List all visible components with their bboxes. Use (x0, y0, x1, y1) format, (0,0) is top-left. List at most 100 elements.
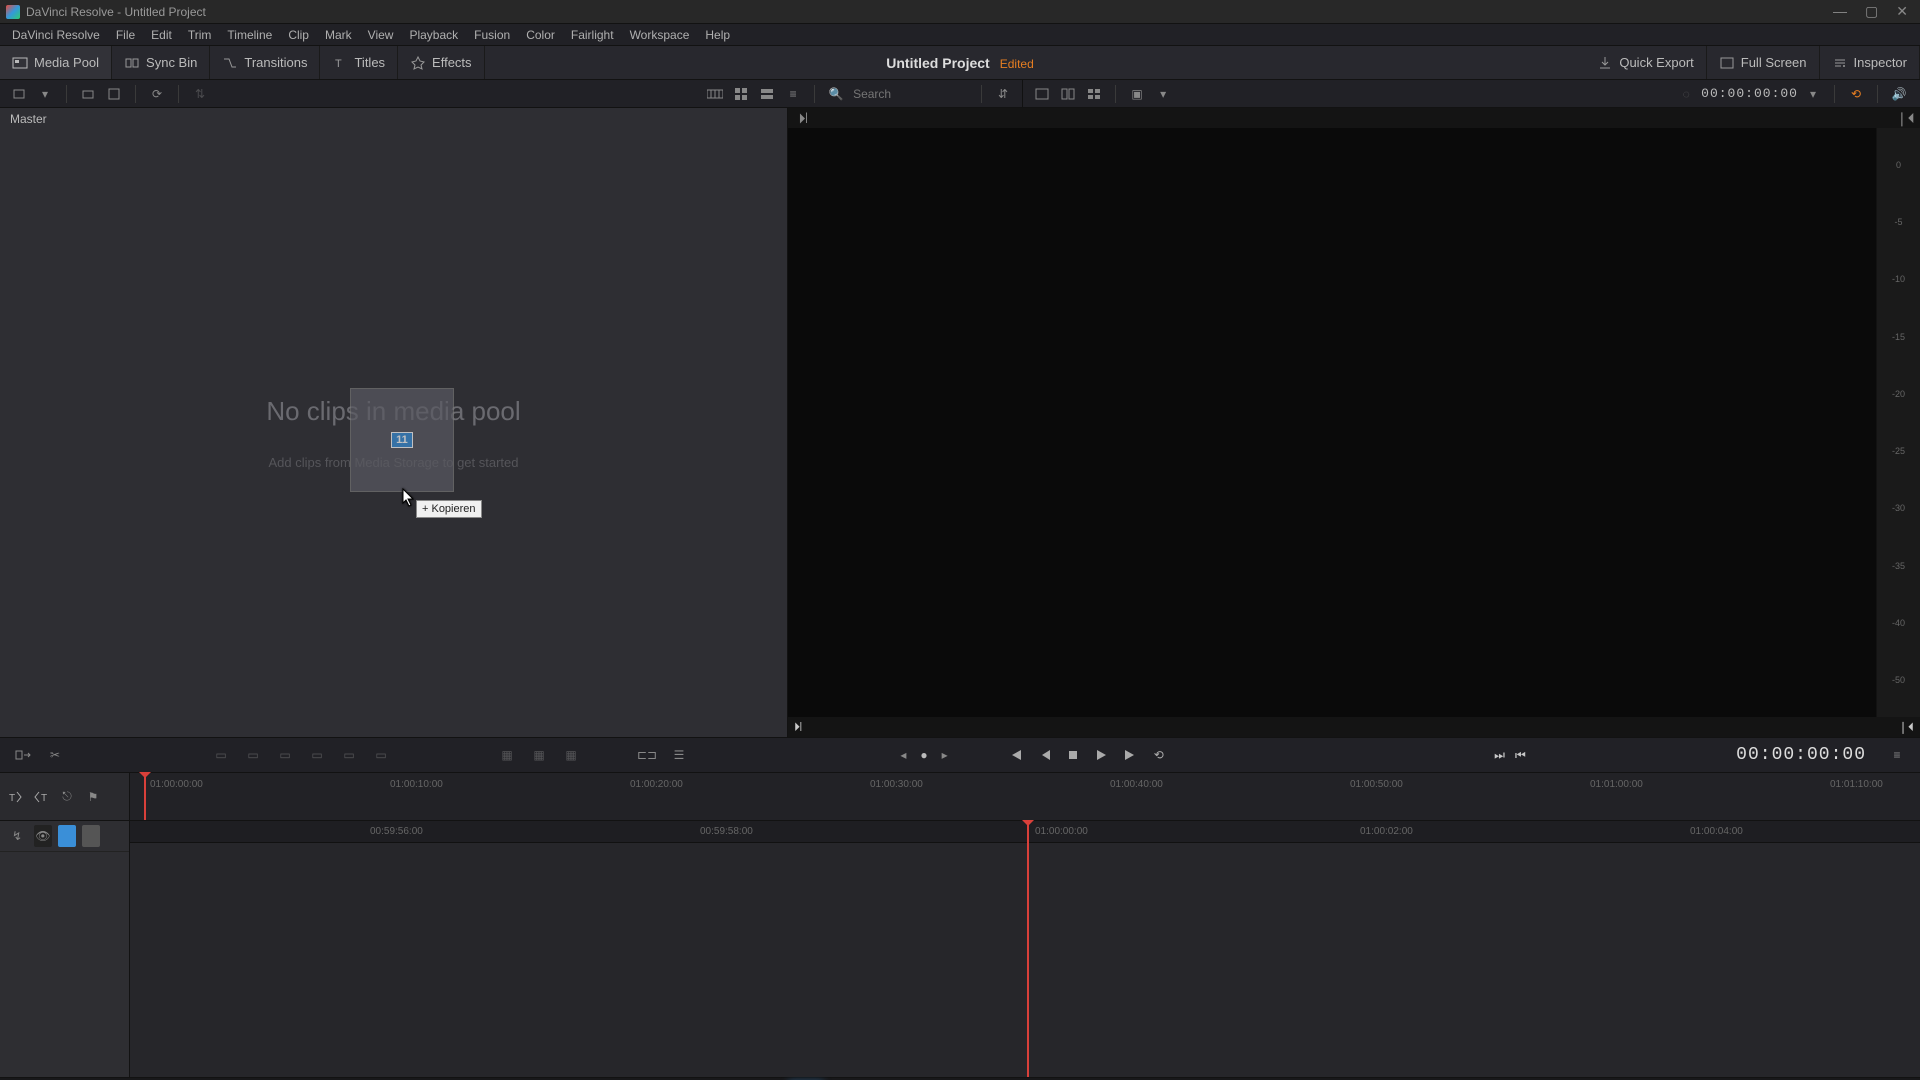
menu-fairlight[interactable]: Fairlight (563, 28, 622, 42)
marker-icon[interactable]: ⚑ (82, 786, 104, 808)
mark-in-icon[interactable]: ⏵❘ (794, 720, 802, 735)
play-icon[interactable] (1094, 748, 1108, 762)
timeline-timecode[interactable]: 00:00:00:00 (1736, 745, 1886, 765)
overview-playhead[interactable] (144, 773, 146, 820)
track-select-alt-icon[interactable]: T (30, 786, 52, 808)
link-icon[interactable]: ⎋ (56, 786, 78, 808)
menu-view[interactable]: View (360, 28, 402, 42)
filmstrip-view-icon[interactable] (704, 83, 726, 105)
tab-sync-bin[interactable]: Sync Bin (112, 46, 210, 79)
overwrite-icon[interactable]: ▭ (242, 744, 264, 766)
menu-mark[interactable]: Mark (317, 28, 360, 42)
auto-track-icon[interactable]: ↯ (6, 825, 28, 847)
menu-fusion[interactable]: Fusion (466, 28, 518, 42)
timeline-options-icon[interactable]: ≡ (1886, 744, 1908, 766)
menu-clip[interactable]: Clip (280, 28, 317, 42)
bin-breadcrumb[interactable]: Master (0, 108, 787, 128)
append-icon[interactable]: ▭ (370, 744, 392, 766)
tc-options-icon[interactable]: ▾ (1802, 83, 1824, 105)
quick-export-button[interactable]: Quick Export (1585, 46, 1706, 79)
window-title: DaVinci Resolve - Untitled Project (26, 5, 206, 19)
loop-playback-icon[interactable]: ⟲ (1154, 748, 1164, 762)
ruler-tick: 01:00:40:00 (1110, 779, 1163, 790)
search-input[interactable] (851, 86, 971, 102)
menu-playback[interactable]: Playback (401, 28, 466, 42)
quick-export-label: Quick Export (1619, 55, 1693, 70)
video-eye-icon[interactable]: 👁 (34, 825, 52, 847)
sliders-icon[interactable]: ☰ (668, 744, 690, 766)
strip-view-icon[interactable] (756, 83, 778, 105)
viewer-panel: ⏵❘ ❘⏴ ⏵❘ ❘⏴ 0 -5 -10 -15 -20 -25 -30 -35… (788, 108, 1920, 737)
full-screen-button[interactable]: Full Screen (1707, 46, 1820, 79)
audio-enable-icon[interactable] (58, 825, 76, 847)
mark-out-icon[interactable]: ❘⏴ (1898, 720, 1914, 735)
maximize-icon[interactable]: ▢ (1865, 3, 1878, 20)
tool-c-icon[interactable]: ▦ (560, 744, 582, 766)
smart-insert-icon[interactable] (12, 744, 34, 766)
jog-right-icon[interactable]: ▸ (942, 748, 948, 762)
thumbnail-view-icon[interactable] (730, 83, 752, 105)
mute-icon[interactable]: 🔊 (1888, 83, 1910, 105)
dropdown-icon[interactable]: ▾ (1152, 83, 1174, 105)
next-edit-icon[interactable]: ⏭ (1494, 748, 1505, 763)
jog-handle-icon[interactable]: ● (920, 748, 927, 762)
safe-area-icon[interactable]: ▣ (1126, 83, 1148, 105)
tab-titles[interactable]: T Titles (320, 46, 398, 79)
menu-edit[interactable]: Edit (143, 28, 180, 42)
menu-help[interactable]: Help (697, 28, 738, 42)
ruler-tick: 01:00:30:00 (870, 779, 923, 790)
go-start-icon[interactable] (1006, 747, 1024, 763)
import-menu-button[interactable] (8, 83, 30, 105)
menu-timeline[interactable]: Timeline (219, 28, 280, 42)
blade-icon[interactable]: ✂ (44, 744, 66, 766)
tool-b-icon[interactable]: ▦ (528, 744, 550, 766)
chevron-down-icon[interactable]: ▾ (34, 83, 56, 105)
view-single-icon[interactable] (1031, 83, 1053, 105)
jog-left-icon[interactable]: ◂ (900, 748, 906, 762)
tab-transitions[interactable]: Transitions (210, 46, 320, 79)
drag-tooltip: + Kopieren (416, 500, 482, 518)
prev-frame-icon[interactable] (1038, 748, 1052, 762)
snap-icon[interactable]: ⊏⊐ (636, 744, 658, 766)
bypass-icon[interactable]: ◌ (1675, 83, 1697, 105)
sort-icon[interactable]: ⇅ (189, 83, 211, 105)
menu-davinci[interactable]: DaVinci Resolve (4, 28, 108, 42)
place-on-top-icon[interactable]: ▭ (338, 744, 360, 766)
close-icon[interactable]: ✕ (1896, 3, 1908, 20)
cursor-icon (402, 488, 416, 508)
jump-start-icon[interactable]: ⏵❘ (794, 110, 812, 127)
sort-order-icon[interactable]: ⇵ (992, 83, 1014, 105)
timeline-playhead[interactable] (1027, 821, 1029, 1077)
minimize-icon[interactable]: — (1833, 3, 1847, 20)
lock-icon[interactable] (82, 825, 100, 847)
tab-inspector[interactable]: Inspector (1820, 46, 1920, 79)
tab-effects[interactable]: Effects (398, 46, 485, 79)
refresh-icon[interactable]: ⟳ (146, 83, 168, 105)
search-icon[interactable]: 🔍 (825, 83, 847, 105)
menu-trim[interactable]: Trim (180, 28, 220, 42)
media-pool-drop-area[interactable]: No clips in media pool Add clips from Me… (0, 128, 787, 737)
menu-file[interactable]: File (108, 28, 143, 42)
jump-end-icon[interactable]: ❘⏴ (1896, 110, 1914, 127)
view-grid-icon[interactable] (1083, 83, 1105, 105)
tool-a-icon[interactable]: ▦ (496, 744, 518, 766)
window-titlebar: DaVinci Resolve - Untitled Project — ▢ ✕ (0, 0, 1920, 24)
menu-color[interactable]: Color (518, 28, 563, 42)
view-dual-icon[interactable] (1057, 83, 1079, 105)
effects-icon (410, 55, 426, 71)
loop-icon[interactable]: ⟲ (1845, 83, 1867, 105)
menu-workspace[interactable]: Workspace (622, 28, 698, 42)
stop-icon[interactable] (1066, 748, 1080, 762)
insert-icon[interactable]: ▭ (210, 744, 232, 766)
tab-media-pool[interactable]: Media Pool (0, 46, 112, 79)
viewer-canvas[interactable] (788, 128, 1920, 717)
list-view-icon[interactable]: ≡ (782, 83, 804, 105)
bin-list-icon[interactable] (103, 83, 125, 105)
go-end-icon[interactable] (1122, 747, 1140, 763)
fit-to-fill-icon[interactable]: ▭ (306, 744, 328, 766)
track-select-mode-icon[interactable]: T (4, 786, 26, 808)
prev-edit-icon[interactable]: ⏮ (1515, 748, 1526, 763)
ruler-overview[interactable]: 01:00:00:00 01:00:10:00 01:00:20:00 01:0… (130, 773, 1920, 820)
replace-icon[interactable]: ▭ (274, 744, 296, 766)
bin-new-icon[interactable] (77, 83, 99, 105)
